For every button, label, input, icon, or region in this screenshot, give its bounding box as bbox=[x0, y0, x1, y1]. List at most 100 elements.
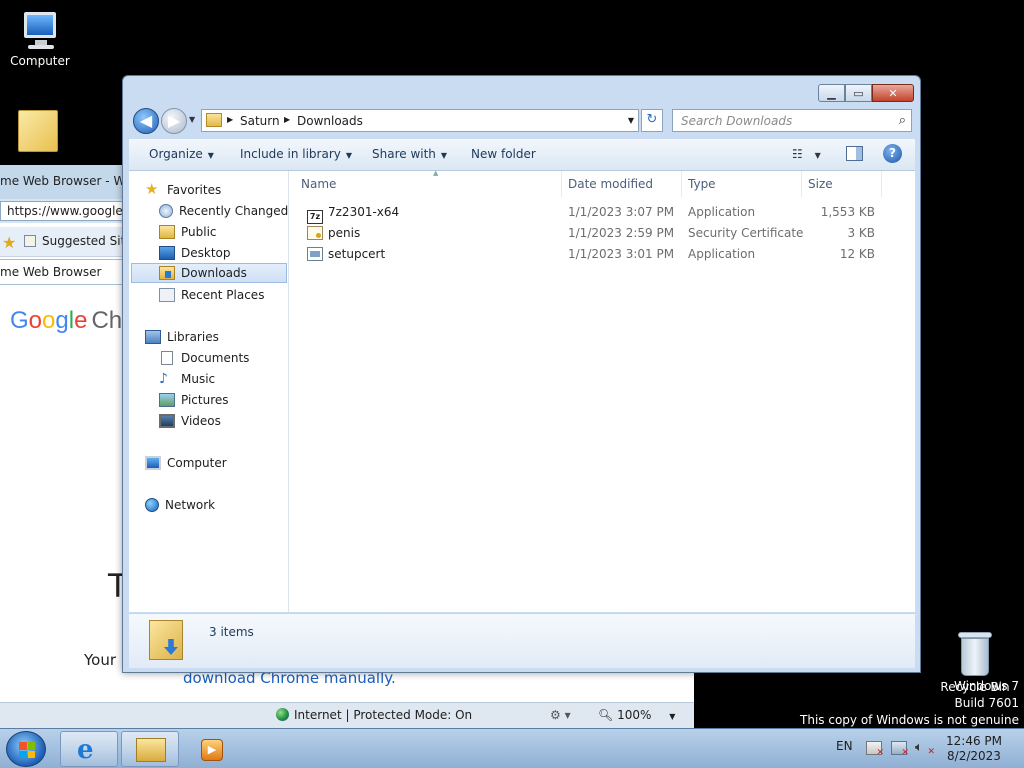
navigation-pane: ★ Favorites Recently Changed Public Deskt… bbox=[129, 171, 289, 612]
file-list: Name ▲ Date modified Type Size 7z 7z2301-x… bbox=[289, 169, 915, 612]
nav-recent-places[interactable]: Recent Places bbox=[159, 285, 264, 305]
nav-network-label: Network bbox=[165, 498, 216, 512]
nav-downloads[interactable]: Downloads bbox=[131, 263, 287, 283]
recent-pages-dropdown[interactable]: ▼ bbox=[189, 115, 195, 124]
file-name: setupcert bbox=[307, 247, 385, 261]
ie-status-bar: Internet | Protected Mode: On ⚙ ▾ 🔍︎ 100… bbox=[0, 702, 694, 728]
nav-network[interactable]: Network bbox=[145, 495, 215, 515]
details-pane: 3 items bbox=[129, 613, 915, 668]
nav-recently-changed[interactable]: Recently Changed bbox=[159, 201, 288, 221]
breadcrumb-arrow-icon[interactable]: ▶ bbox=[227, 115, 233, 124]
organize-label: Organize bbox=[149, 147, 203, 161]
suggested-sites-link[interactable]: Suggested Site bbox=[24, 234, 133, 248]
taskbar-clock[interactable]: 12:46 PM 8/2/2023 bbox=[944, 734, 1004, 764]
logo-letter: o bbox=[42, 307, 56, 334]
language-indicator[interactable]: EN bbox=[836, 739, 853, 753]
file-type: Security Certificate bbox=[688, 226, 804, 240]
media-player-icon: ▶ bbox=[201, 739, 223, 761]
nav-desktop[interactable]: Desktop bbox=[159, 243, 231, 263]
suggested-sites-label: Suggested Site bbox=[42, 234, 133, 248]
chevron-down-icon: ▼ bbox=[814, 151, 821, 160]
file-explorer-icon bbox=[136, 738, 166, 762]
action-center-icon[interactable] bbox=[866, 741, 884, 758]
nav-videos[interactable]: Videos bbox=[159, 411, 221, 431]
watermark-line: This copy of Windows is not genuine bbox=[800, 713, 1019, 727]
file-row[interactable]: 7z 7z2301-x64 1/1/2023 3:07 PM Applicatio… bbox=[289, 202, 909, 224]
documents-icon bbox=[161, 351, 173, 365]
column-size[interactable]: Size bbox=[802, 171, 882, 197]
breadcrumb-downloads[interactable]: Downloads bbox=[297, 114, 363, 128]
chevron-down-icon: ▼ bbox=[669, 712, 676, 721]
file-size: 3 KB bbox=[847, 226, 875, 240]
nav-computer-label: Computer bbox=[167, 456, 227, 470]
column-date-modified[interactable]: Date modified bbox=[562, 171, 682, 197]
protected-mode-icon[interactable]: ⚙ ▾ bbox=[550, 708, 571, 722]
zoom-level: 100% bbox=[617, 708, 652, 722]
desktop-computer-icon[interactable]: Computer bbox=[0, 10, 80, 68]
close-button[interactable]: ✕ bbox=[872, 84, 914, 102]
desktop-folder-icon[interactable] bbox=[0, 110, 80, 156]
forward-button[interactable]: ▶ bbox=[161, 108, 187, 134]
start-button[interactable] bbox=[6, 731, 46, 767]
sort-arrow-icon: ▲ bbox=[433, 169, 439, 177]
nav-public[interactable]: Public bbox=[159, 222, 217, 242]
breadcrumb-arrow-icon[interactable]: ▶ bbox=[284, 115, 290, 124]
command-bar: Organize ▼ Include in library ▼ Share with… bbox=[129, 139, 915, 171]
nav-favorites[interactable]: ★ Favorites bbox=[145, 180, 221, 200]
file-date: 1/1/2023 2:59 PM bbox=[568, 226, 675, 240]
nav-item-label: Documents bbox=[181, 351, 250, 365]
preview-pane-button[interactable] bbox=[846, 146, 863, 161]
network-tray-icon[interactable] bbox=[891, 741, 909, 758]
share-with-button[interactable]: Share with ▼ bbox=[372, 147, 447, 161]
downloads-folder-icon bbox=[159, 266, 175, 280]
file-name: penis bbox=[307, 226, 360, 240]
nav-libraries-label: Libraries bbox=[167, 330, 219, 344]
breadcrumb-saturn[interactable]: Saturn bbox=[240, 114, 280, 128]
search-input[interactable]: Search Downloads ⌕ bbox=[672, 109, 912, 132]
organize-button[interactable]: Organize ▼ bbox=[149, 147, 214, 161]
nav-documents[interactable]: Documents bbox=[159, 348, 249, 368]
security-zone[interactable]: Internet | Protected Mode: On bbox=[276, 708, 472, 722]
change-view-button[interactable]: ☷ ▼ bbox=[792, 147, 821, 161]
ie-address-input[interactable]: https://www.google.c bbox=[0, 201, 140, 221]
nav-libraries[interactable]: Libraries bbox=[145, 327, 219, 347]
nav-music[interactable]: ♪ Music bbox=[159, 369, 215, 389]
taskbar-ie-button[interactable]: e bbox=[60, 731, 118, 767]
explorer-window: ▁ ▭ ✕ ◀ ▶ ▼ ▶ Saturn ▶ Downloads ▼ ↻ Sea… bbox=[122, 75, 921, 673]
desktop-icon bbox=[159, 246, 175, 260]
column-type[interactable]: Type bbox=[682, 171, 802, 197]
file-row[interactable]: penis 1/1/2023 2:59 PM Security Certific… bbox=[289, 223, 909, 244]
minimize-button[interactable]: ▁ bbox=[818, 84, 845, 102]
nav-computer[interactable]: Computer bbox=[145, 453, 227, 473]
maximize-button[interactable]: ▭ bbox=[845, 84, 872, 102]
column-name-label: Name bbox=[301, 177, 337, 191]
nav-pictures[interactable]: Pictures bbox=[159, 390, 229, 410]
logo-letter: g bbox=[55, 307, 69, 334]
libraries-icon bbox=[145, 330, 161, 344]
search-icon[interactable]: ⌕ bbox=[899, 113, 906, 128]
videos-icon bbox=[159, 414, 175, 428]
help-button[interactable]: ? bbox=[883, 144, 902, 163]
new-folder-button[interactable]: New folder bbox=[471, 147, 536, 161]
column-name[interactable]: Name ▲ bbox=[295, 169, 562, 197]
chevron-down-icon: ▼ bbox=[440, 151, 448, 160]
address-bar[interactable]: ▶ Saturn ▶ Downloads ▼ bbox=[201, 109, 639, 132]
nav-favorites-label: Favorites bbox=[167, 183, 222, 197]
volume-icon[interactable]: 🔈︎ bbox=[915, 741, 935, 760]
address-dropdown-icon[interactable]: ▼ bbox=[628, 116, 634, 125]
refresh-button[interactable]: ↻ bbox=[641, 109, 663, 132]
favorites-star-icon[interactable]: ★ bbox=[2, 233, 16, 252]
include-in-library-button[interactable]: Include in library ▼ bbox=[240, 147, 352, 161]
logo-letter: G bbox=[10, 307, 29, 334]
file-name-text: 7z2301-x64 bbox=[328, 205, 400, 219]
ie-tab[interactable]: me Web Browser bbox=[0, 259, 140, 285]
taskbar-media-player-button[interactable]: ▶ bbox=[186, 731, 244, 767]
back-button[interactable]: ◀ bbox=[133, 108, 159, 134]
nav-item-label: Videos bbox=[181, 414, 221, 428]
clock-date: 8/2/2023 bbox=[947, 749, 1001, 763]
include-in-library-label: Include in library bbox=[240, 147, 341, 161]
zoom-control[interactable]: 🔍︎ 100% ▼ bbox=[598, 708, 675, 722]
computer-icon bbox=[145, 456, 161, 470]
taskbar-explorer-button[interactable] bbox=[121, 731, 179, 767]
file-row[interactable]: setupcert 1/1/2023 3:01 PM Application 1… bbox=[289, 244, 909, 265]
